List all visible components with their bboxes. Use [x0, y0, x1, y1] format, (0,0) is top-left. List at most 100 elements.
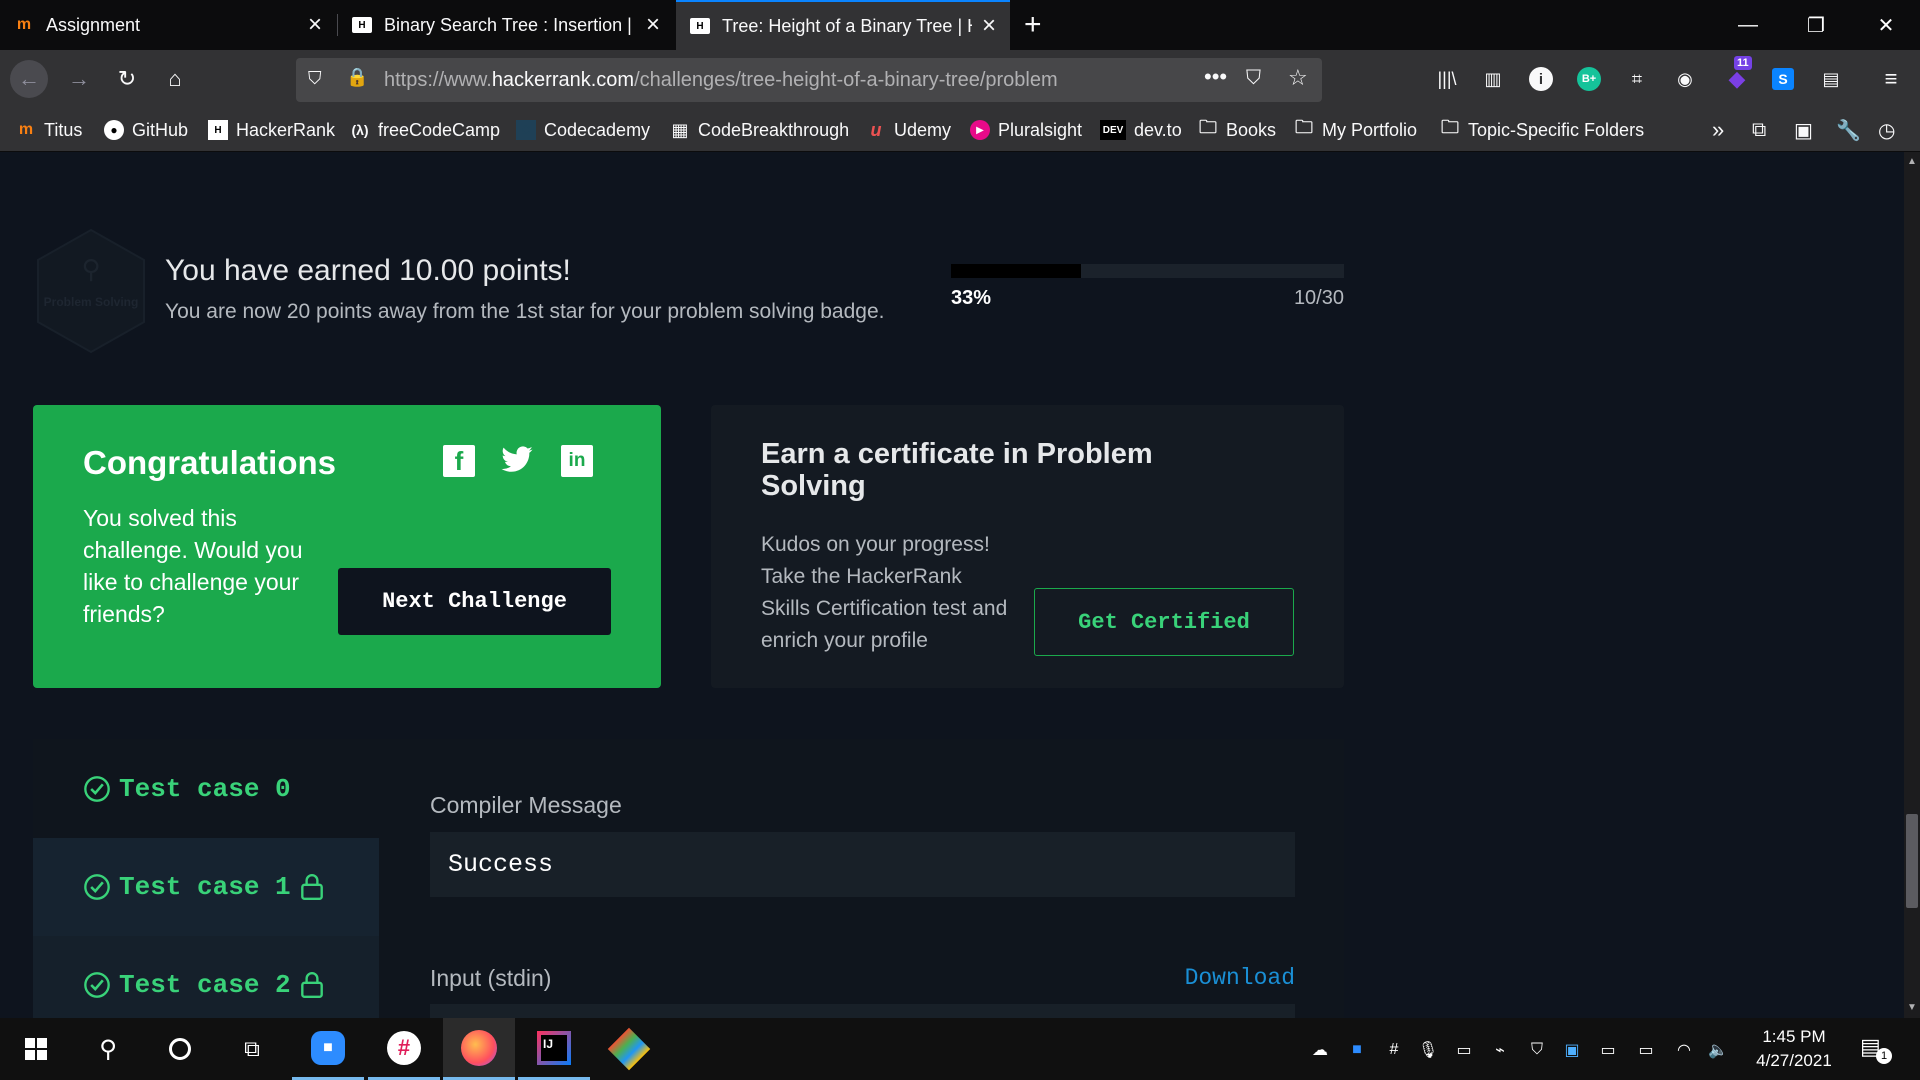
wifi-icon[interactable]: ◠	[1672, 1038, 1696, 1062]
security-shield-icon[interactable]: ⛉	[1525, 1038, 1549, 1062]
facebook-icon[interactable]: f	[443, 445, 475, 477]
scroll-down-icon[interactable]: ▼	[1907, 1002, 1917, 1013]
url-text[interactable]: https://www.hackerrank.com/challenges/tr…	[384, 69, 1058, 92]
github-icon: ●	[104, 120, 124, 140]
minimize-button[interactable]: —	[1714, 0, 1782, 50]
certificate-card: Earn a certificate in Problem Solving Ku…	[711, 405, 1344, 688]
bookmark-udemy[interactable]: u Udemy	[866, 118, 952, 142]
bookmark-github[interactable]: ● GitHub	[104, 118, 188, 142]
volume-icon[interactable]: 🔈	[1706, 1038, 1730, 1062]
camera-icon[interactable]: ▭	[1452, 1038, 1476, 1062]
bookmark-my-portfolio[interactable]: 🗀 My Portfolio	[1294, 117, 1417, 142]
crop-icon[interactable]: ⌗	[1622, 64, 1652, 94]
bookmark-hackerrank[interactable]: H HackerRank	[208, 118, 335, 142]
start-button[interactable]	[0, 1018, 72, 1080]
slack-tray-icon[interactable]: #	[1382, 1038, 1406, 1062]
download-link[interactable]: Download	[1133, 965, 1295, 991]
bookmark-star-icon[interactable]: ☆	[1288, 65, 1308, 91]
more-bookmarks-button[interactable]: »	[1712, 117, 1724, 142]
close-icon[interactable]: ×	[982, 14, 996, 38]
bookmark-label: HackerRank	[236, 119, 336, 140]
onedrive-icon[interactable]: ☁	[1308, 1038, 1332, 1062]
bookmark-freecodecamp[interactable]: (λ) freeCodeCamp	[350, 118, 500, 142]
folder-icon: 🗀	[1199, 117, 1217, 137]
taskbar-gitkraken[interactable]	[593, 1018, 665, 1080]
app-tray-icon[interactable]: ▣	[1560, 1038, 1584, 1062]
progress-count: 10/30	[1293, 287, 1344, 309]
library-icon[interactable]: |||\	[1432, 64, 1462, 94]
battery-icon[interactable]: ▭	[1634, 1038, 1658, 1062]
pocket-icon[interactable]: ⛉	[1246, 67, 1261, 90]
task-view-button[interactable]: ⧉	[216, 1018, 288, 1080]
screenshot-icon[interactable]: ▣	[1794, 118, 1813, 142]
bookmark-books[interactable]: 🗀 Books	[1198, 117, 1276, 142]
bookmark-codebreakthrough[interactable]: ▦ CodeBreakthrough	[670, 118, 849, 142]
notifications-button[interactable]: ▤ 1	[1856, 1032, 1896, 1066]
reader-view-icon[interactable]: ▤	[1816, 64, 1846, 94]
taskbar-slack[interactable]: #	[368, 1018, 440, 1080]
forward-button[interactable]: →	[60, 60, 98, 98]
gem-extension-icon[interactable]: ◆ 11	[1722, 56, 1752, 94]
info-icon[interactable]: i	[1526, 64, 1556, 94]
plus-icon: +	[1024, 8, 1042, 41]
bookmark-devto[interactable]: DEV dev.to	[1100, 118, 1182, 142]
taskbar-zoom[interactable]: ■	[292, 1018, 364, 1080]
grammarly-icon[interactable]: B+	[1574, 64, 1604, 94]
taskbar-intellij[interactable]: IJ	[518, 1018, 590, 1080]
progress-track	[951, 264, 1344, 278]
cortana-button[interactable]	[144, 1018, 216, 1080]
twitter-icon[interactable]	[499, 443, 535, 477]
tab-binary-search-tree[interactable]: H Binary Search Tree : Insertion | H ×	[338, 0, 674, 50]
close-window-button[interactable]: ✕	[1852, 0, 1920, 50]
bookmark-pluralsight[interactable]: ▶ Pluralsight	[970, 118, 1082, 142]
check-circle-icon	[84, 972, 110, 998]
tab-tree-height[interactable]: H Tree: Height of a Binary Tree | H ×	[676, 0, 1010, 50]
search-button[interactable]: ⚲	[72, 1018, 144, 1080]
home-icon: ⌂	[168, 66, 182, 91]
testcase-item-2[interactable]: Test case 2	[33, 936, 379, 1018]
spy-extension-icon[interactable]: ◉	[1670, 64, 1700, 94]
bookmark-titus[interactable]: m Titus	[16, 118, 82, 142]
taskbar-firefox[interactable]	[443, 1018, 515, 1080]
home-button[interactable]: ⌂	[156, 60, 194, 98]
testcase-label: Test case 0	[119, 773, 291, 804]
lock-icon[interactable]: 🔒	[346, 67, 368, 88]
get-certified-button[interactable]: Get Certified	[1034, 588, 1294, 656]
scroll-up-icon[interactable]: ▲	[1907, 156, 1917, 167]
sidebar-icon[interactable]: ▥	[1478, 64, 1508, 94]
wrench-icon[interactable]: 🔧	[1836, 118, 1861, 142]
restore-button[interactable]: ❐	[1782, 0, 1850, 50]
tab-assignment[interactable]: m Assignment ×	[0, 0, 336, 50]
testcase-item-1[interactable]: Test case 1	[33, 838, 379, 936]
connect-icon[interactable]: ⌁	[1488, 1038, 1512, 1062]
zoom-tray-icon[interactable]: ■	[1345, 1038, 1369, 1062]
problem-solving-badge: ⚲ Problem Solving	[30, 226, 152, 356]
skype-extension-icon[interactable]: S	[1768, 64, 1798, 94]
clock[interactable]: 1:45 PM 4/27/2021	[1742, 1025, 1846, 1073]
close-icon[interactable]: ×	[646, 13, 660, 37]
display-icon[interactable]: ▭	[1596, 1038, 1620, 1062]
close-icon[interactable]: ×	[308, 13, 322, 37]
more-actions-icon[interactable]: •••	[1204, 64, 1227, 90]
testcase-item-0[interactable]: Test case 0	[33, 739, 379, 838]
new-tab-button[interactable]: +	[1016, 0, 1060, 50]
next-challenge-button[interactable]: Next Challenge	[338, 568, 611, 635]
back-button[interactable]: ←	[10, 60, 48, 98]
address-bar[interactable]: ⛉ 🔒 https://www.hackerrank.com/challenge…	[296, 58, 1322, 102]
page-scrollbar[interactable]: ▲ ▼	[1904, 152, 1920, 1018]
puzzle-extension-icon[interactable]: ⧉	[1752, 118, 1766, 142]
url-path: /challenges/tree-height-of-a-binary-tree…	[634, 69, 1058, 91]
bookmark-codecademy[interactable]: C Codecademy	[516, 118, 650, 142]
microphone-icon[interactable]: 🎙	[1416, 1038, 1440, 1062]
clock-date: 4/27/2021	[1756, 1051, 1832, 1070]
menu-icon[interactable]: ≡	[1876, 64, 1906, 94]
scrollbar-thumb[interactable]	[1906, 814, 1918, 908]
compiler-message-output: Success	[430, 832, 1295, 897]
reload-button[interactable]: ↻	[108, 60, 146, 98]
shield-icon[interactable]: ⛉	[308, 68, 322, 89]
linkedin-icon[interactable]: in	[561, 445, 593, 477]
bookmark-label: Topic-Specific Folders	[1468, 119, 1645, 140]
history-clock-icon[interactable]: ◷	[1878, 118, 1895, 142]
bookmark-label: CodeBreakthrough	[698, 119, 850, 140]
bookmark-topic-folders[interactable]: 🗀 Topic-Specific Folders	[1440, 117, 1645, 142]
